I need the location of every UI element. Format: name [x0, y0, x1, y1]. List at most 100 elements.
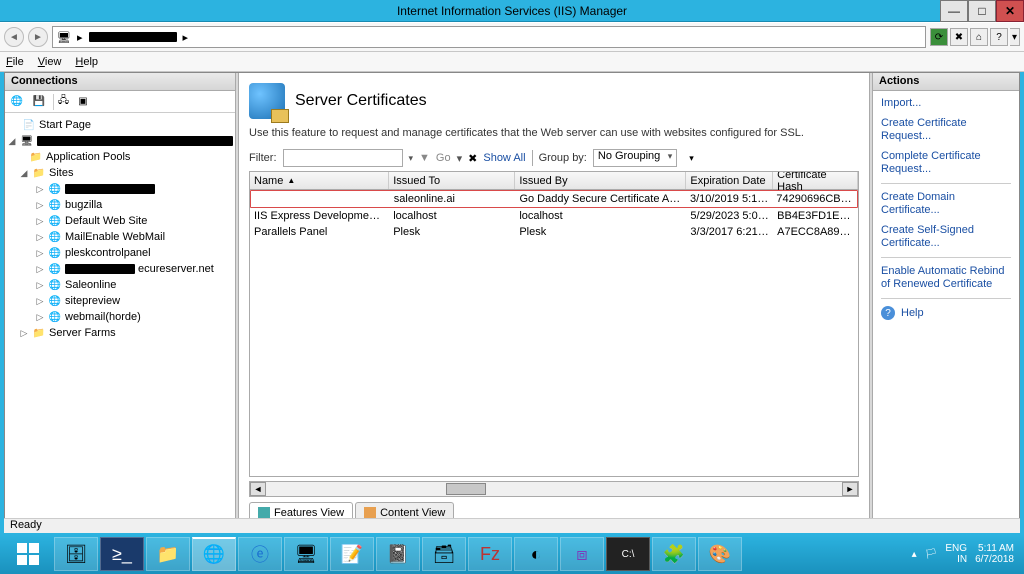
cell-exp: 3/3/2017 6:21:3... [686, 226, 773, 238]
action-import[interactable]: Import... [881, 97, 1011, 110]
taskbar-notepadpp[interactable]: 📓 [376, 537, 420, 571]
col-name[interactable]: Name▲ [250, 172, 389, 189]
col-issued-by[interactable]: Issued By [515, 172, 686, 189]
action-help[interactable]: ? Help [881, 306, 1011, 320]
navigation-bar: ◄ ► 🖥 ▸ ▸ ⟳ ✖ ⌂ ? ▾ [0, 22, 1024, 52]
taskbar-chrome[interactable]: ◐ [514, 537, 558, 571]
tree-site-webmail[interactable]: ▷🌐 webmail(horde) [7, 309, 233, 325]
menu-file[interactable]: File [6, 56, 24, 68]
tray-clock[interactable]: 5:11 AM 6/7/2018 [975, 543, 1014, 565]
refresh-button[interactable]: ⟳ [930, 28, 948, 46]
system-tray[interactable]: ▴ 🏳 ENG IN 5:11 AM 6/7/2018 [912, 543, 1020, 565]
grid-body[interactable]: saleonline.aiGo Daddy Secure Certificate… [250, 190, 858, 476]
action-create-request[interactable]: Create Certificate Request... [881, 117, 1011, 143]
tree-site-plesk[interactable]: ▷🌐 pleskcontrolpanel [7, 245, 233, 261]
tray-flag-icon[interactable]: 🏳 [925, 549, 938, 560]
cell-hash: A7ECC8A892F023 [773, 226, 858, 238]
go-button[interactable]: Go [436, 152, 451, 164]
filter-dropdown-icon[interactable]: ▾ [409, 153, 414, 164]
scroll-thumb[interactable] [446, 483, 486, 495]
connect-icon[interactable]: 🌐 [9, 94, 25, 110]
action-complete-request[interactable]: Complete Certificate Request... [881, 150, 1011, 176]
taskbar-cmd[interactable]: C:\ [606, 537, 650, 571]
col-issued-to[interactable]: Issued To [389, 172, 515, 189]
filter-input[interactable] [283, 149, 403, 167]
cell-exp: 5/29/2023 5:00:... [686, 210, 773, 222]
expander-icon[interactable]: ▷ [35, 184, 45, 195]
taskbar-rdp[interactable]: 🖥 [284, 537, 328, 571]
taskbar-notepad[interactable]: 📝 [330, 537, 374, 571]
tray-overflow-icon[interactable]: ▴ [912, 549, 917, 560]
tree-site-sitepreview[interactable]: ▷🌐 sitepreview [7, 293, 233, 309]
cell-hash: BB4E3FD1E2B6AF [773, 210, 858, 222]
server-icon: 🖥 [20, 134, 34, 148]
groupby-extra-dropdown[interactable]: ▾ [689, 153, 694, 164]
uplevel-icon[interactable]: 🖧 [53, 94, 69, 110]
breadcrumb-bar[interactable]: 🖥 ▸ ▸ [52, 26, 926, 48]
window-controls: — □ [940, 0, 1024, 22]
nav-back-button[interactable]: ◄ [4, 27, 24, 47]
go-icon[interactable]: ▼ [419, 152, 430, 164]
table-row[interactable]: IIS Express Development Certificatelocal… [250, 208, 858, 224]
menu-view[interactable]: View [38, 56, 62, 68]
close-button[interactable] [996, 0, 1024, 22]
tree-site-default[interactable]: ▷🌐 Default Web Site [7, 213, 233, 229]
tree-app-pools[interactable]: 📁 Application Pools [7, 149, 233, 165]
taskbar-visualstudio[interactable]: ⧈ [560, 537, 604, 571]
nav-forward-button[interactable]: ► [28, 27, 48, 47]
col-expiration[interactable]: Expiration Date [686, 172, 773, 189]
groupby-select[interactable]: No Grouping [593, 149, 677, 167]
tree-site-redacted[interactable]: ▷ 🌐 [7, 181, 233, 197]
expander-icon[interactable]: ◢ [7, 136, 17, 147]
taskbar-paint[interactable]: 🎨 [698, 537, 742, 571]
tree-site-saleonline[interactable]: ▷🌐 Saleonline [7, 277, 233, 293]
taskbar-app1[interactable]: 🧩 [652, 537, 696, 571]
save-icon[interactable]: 💾 [31, 94, 47, 110]
tree-sites[interactable]: ◢ 📁 Sites [7, 165, 233, 181]
breadcrumb-tail: ▸ [183, 31, 189, 44]
site-icon: 🌐 [48, 310, 62, 324]
tray-lang[interactable]: ENG IN [945, 543, 967, 565]
tree-site-secureserver[interactable]: ▷🌐 ecureserver.net [7, 261, 233, 277]
server-icon: 🖥 [57, 31, 71, 44]
taskbar-edge[interactable]: ⓔ [238, 537, 282, 571]
filter-toolbar: Filter: ▾ ▼ Go ▾ ✖ Show All Group by: No… [249, 149, 859, 167]
taskbar-explorer[interactable]: 📁 [146, 537, 190, 571]
taskbar-iis[interactable]: 🌐 [192, 537, 236, 571]
horizontal-scrollbar[interactable]: ◄ ► [249, 481, 859, 497]
tree-server-node[interactable]: ◢ 🖥 [7, 133, 233, 149]
scroll-track[interactable] [266, 482, 842, 496]
home-button[interactable]: ⌂ [970, 28, 988, 46]
table-row[interactable]: saleonline.aiGo Daddy Secure Certificate… [250, 190, 858, 208]
action-create-selfsigned[interactable]: Create Self-Signed Certificate... [881, 224, 1011, 250]
stop-conn-icon[interactable]: ▣ [75, 94, 91, 110]
clear-filter-icon[interactable]: ✖ [468, 152, 477, 165]
col-cert-hash[interactable]: Certificate Hash [773, 172, 858, 189]
tree-start-page[interactable]: 📄 Start Page [7, 117, 233, 133]
help-nav-button[interactable]: ? [990, 28, 1008, 46]
stop-button[interactable]: ✖ [950, 28, 968, 46]
scroll-left-button[interactable]: ◄ [250, 482, 266, 496]
tree-site-mailenable[interactable]: ▷🌐 MailEnable WebMail [7, 229, 233, 245]
tree-site-bugzilla[interactable]: ▷🌐 bugzilla [7, 197, 233, 213]
maximize-button[interactable]: □ [968, 0, 996, 22]
expander-icon[interactable]: ◢ [19, 168, 29, 179]
menu-help[interactable]: Help [75, 56, 98, 68]
start-button[interactable] [4, 534, 52, 574]
scroll-right-button[interactable]: ► [842, 482, 858, 496]
main-region: Connections 🌐 💾 🖧 ▣ 📄 Start Page ◢ 🖥 📁 A… [4, 72, 1020, 528]
connections-tree[interactable]: 📄 Start Page ◢ 🖥 📁 Application Pools ◢ 📁… [5, 113, 235, 527]
taskbar-sqlserver[interactable]: 🗃 [422, 537, 466, 571]
minimize-button[interactable]: — [940, 0, 968, 22]
taskbar-server-manager[interactable]: 🗄 [54, 537, 98, 571]
help-dropdown-button[interactable]: ▾ [1010, 28, 1020, 46]
taskbar-powershell[interactable]: ≥_ [100, 537, 144, 571]
window-titlebar: Internet Information Services (IIS) Mana… [0, 0, 1024, 22]
showall-link[interactable]: Show All [483, 152, 525, 164]
taskbar-filezilla[interactable]: Fz [468, 537, 512, 571]
tree-server-farms[interactable]: ▷📁 Server Farms [7, 325, 233, 341]
table-row[interactable]: Parallels PanelPleskPlesk3/3/2017 6:21:3… [250, 224, 858, 240]
action-create-domain[interactable]: Create Domain Certificate... [881, 191, 1011, 217]
action-auto-rebind[interactable]: Enable Automatic Rebind of Renewed Certi… [881, 265, 1011, 291]
windows-icon [17, 543, 39, 565]
